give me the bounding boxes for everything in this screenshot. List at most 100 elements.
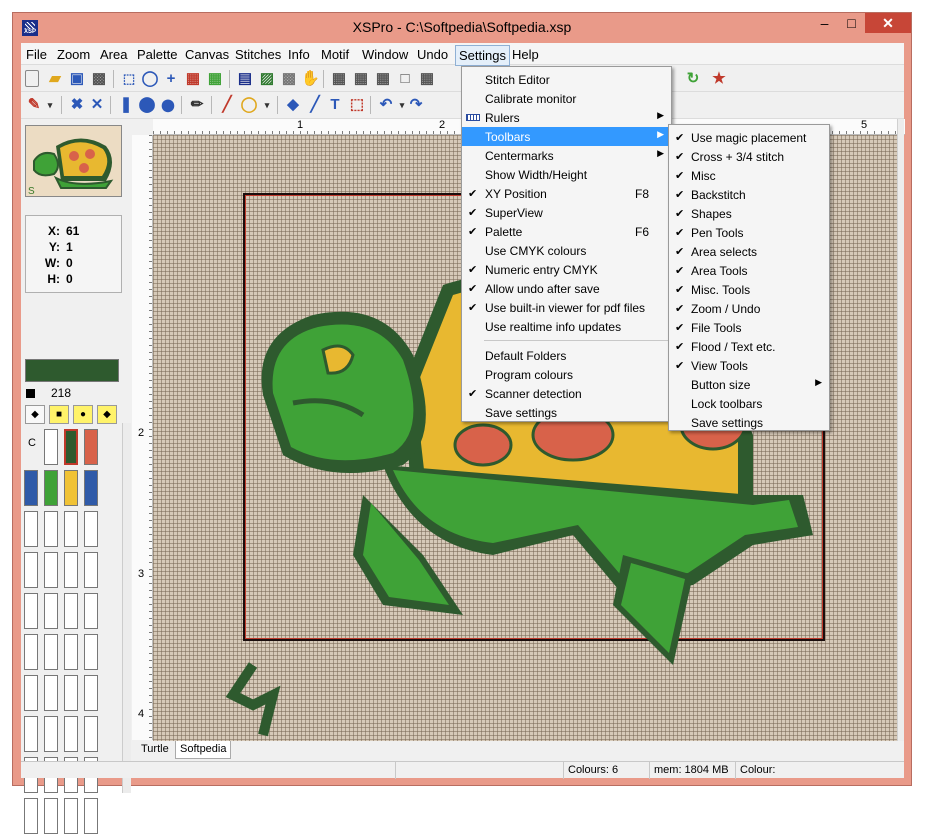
toolbars-menu-item[interactable]: ✔ Zoom / Undo [669, 299, 829, 318]
palette-swatch-empty[interactable] [24, 552, 38, 588]
toolbars-menu-item[interactable]: ✔ View Tools [669, 356, 829, 375]
palette-swatch-empty[interactable] [24, 511, 38, 547]
toolbars-menu-item[interactable]: Button size ▶ [669, 375, 829, 394]
palette-swatch-empty[interactable] [44, 798, 58, 834]
export-icon[interactable]: ▩ [280, 70, 298, 88]
settings-menu-item[interactable]: ✔ Allow undo after save [462, 279, 671, 298]
redo-icon[interactable]: ↷ [407, 96, 425, 114]
new-file-icon[interactable] [25, 70, 39, 87]
palette-swatch-empty[interactable] [44, 552, 58, 588]
settings-menu-item[interactable]: ✔ Use built-in viewer for pdf files [462, 298, 671, 317]
palette-swatch[interactable] [44, 429, 58, 465]
settings-menu-item[interactable]: Centermarks ▶ [462, 146, 671, 165]
palette-swatch-empty[interactable] [84, 511, 98, 547]
tab-softpedia[interactable]: Softpedia [175, 741, 232, 759]
menu-window[interactable]: Window [362, 47, 408, 62]
palette-swatch-empty[interactable] [64, 716, 78, 752]
palette-swatch-selected[interactable] [64, 429, 78, 465]
yellow-dot-mode-icon[interactable]: ● [73, 405, 93, 424]
palette-swatch-empty[interactable] [24, 634, 38, 670]
toolbars-menu-item[interactable]: ✔ Shapes [669, 204, 829, 223]
menu-palette[interactable]: Palette [137, 47, 177, 62]
copy-area-icon[interactable]: ▦ [206, 70, 224, 88]
film-icon[interactable]: ▤ [236, 70, 254, 88]
current-colour-bar[interactable] [25, 359, 119, 382]
palette-swatch-empty[interactable] [44, 634, 58, 670]
settings-menu-item[interactable]: Rulers ▶ [462, 108, 671, 127]
canvas-vertical-scrollbar[interactable] [897, 119, 904, 741]
yellow-square-mode-icon[interactable]: ■ [49, 405, 69, 424]
rectangle-select-icon[interactable]: ⬚ [120, 70, 138, 88]
settings-menu-item[interactable]: Show Width/Height [462, 165, 671, 184]
menu-canvas[interactable]: Canvas [185, 47, 229, 62]
palette-swatch-empty[interactable] [64, 593, 78, 629]
palette-scrollbar[interactable] [122, 423, 131, 793]
cross-stitch-icon[interactable]: ✖ [68, 96, 86, 114]
grid-lines-icon[interactable]: ▦ [374, 70, 392, 88]
line-tool-icon[interactable]: ╱ [218, 96, 236, 114]
refresh-icon[interactable]: ↻ [684, 70, 702, 88]
toolbars-menu-item[interactable]: ✔ Use magic placement [669, 128, 829, 147]
grid-icon[interactable]: ▦ [330, 70, 348, 88]
settings-menu-item[interactable]: Use CMYK colours [462, 241, 671, 260]
palette-swatch-empty[interactable] [84, 675, 98, 711]
palette-swatch[interactable] [44, 470, 58, 506]
needle-dropdown-icon[interactable]: ▾ [41, 96, 59, 114]
settings-menu-item[interactable]: ✔ Palette F6 [462, 222, 671, 241]
yellow-diamond-mode-icon[interactable]: ◆ [97, 405, 117, 424]
palette-swatch-empty[interactable] [84, 798, 98, 834]
palette-swatch-empty[interactable] [84, 593, 98, 629]
settings-menu-item[interactable]: Toolbars ▶ [462, 127, 671, 146]
lasso-select-icon[interactable]: ◯ [141, 70, 159, 88]
toolbars-menu-item[interactable]: ✔ Backstitch [669, 185, 829, 204]
menu-file[interactable]: File [26, 47, 47, 62]
palette-swatch-empty[interactable] [64, 798, 78, 834]
palette-swatch-empty[interactable] [44, 511, 58, 547]
bead-icon[interactable]: ⬤ [138, 96, 156, 114]
half-stitch-icon[interactable]: ❚ [117, 96, 135, 114]
open-folder-icon[interactable]: ▰ [46, 70, 64, 88]
settings-menu-item[interactable]: Program colours [462, 365, 671, 384]
settings-menu-item[interactable]: ✔ XY Position F8 [462, 184, 671, 203]
shape-dropdown-icon[interactable]: ▾ [258, 96, 276, 114]
maximize-button[interactable]: □ [838, 13, 865, 33]
settings-menu-item[interactable]: Default Folders [462, 346, 671, 365]
palette-swatch-empty[interactable] [24, 675, 38, 711]
pin-icon[interactable]: ★ [710, 70, 728, 88]
menu-undo[interactable]: Undo [417, 47, 448, 62]
dotted-select-icon[interactable]: ⬚ [348, 96, 366, 114]
save-icon[interactable]: ▣ [68, 70, 86, 88]
minimize-button[interactable]: – [811, 13, 838, 33]
settings-menu-item[interactable]: ✔ Numeric entry CMYK [462, 260, 671, 279]
palette-swatch-empty[interactable] [84, 552, 98, 588]
tab-turtle[interactable]: Turtle [137, 741, 173, 759]
toolbars-menu-item[interactable]: ✔ Cross + 3/4 stitch [669, 147, 829, 166]
menu-info[interactable]: Info [288, 47, 310, 62]
palette-swatch[interactable] [84, 429, 98, 465]
toolbars-menu-item[interactable]: Lock toolbars [669, 394, 829, 413]
crosshair-icon[interactable]: + [162, 70, 180, 88]
vertical-ruler[interactable]: 2 3 4 [132, 135, 153, 740]
picture-icon[interactable]: ▨ [258, 70, 276, 88]
palette-swatch[interactable] [84, 470, 98, 506]
palette-swatch[interactable] [24, 470, 38, 506]
menu-help[interactable]: Help [512, 47, 539, 62]
settings-menu-item[interactable]: Save settings [462, 403, 671, 422]
layout-icon[interactable]: ▦ [418, 70, 436, 88]
pen-icon[interactable]: ✏ [188, 96, 206, 114]
french-knot-icon[interactable]: ⬤ [159, 96, 177, 114]
hand-icon[interactable]: ✋ [301, 70, 320, 88]
palette-swatch-empty[interactable] [44, 675, 58, 711]
toolbars-menu-item[interactable]: ✔ File Tools [669, 318, 829, 337]
frame-icon[interactable]: □ [396, 70, 414, 88]
toolbars-menu-item[interactable]: ✔ Area selects [669, 242, 829, 261]
superview-thumbnail[interactable]: S [25, 125, 122, 197]
settings-menu-item[interactable]: Use realtime info updates [462, 317, 671, 336]
toolbars-menu-item[interactable]: ✔ Area Tools [669, 261, 829, 280]
toolbars-menu-item[interactable]: Save settings [669, 413, 829, 432]
toolbars-menu-item[interactable]: ✔ Misc. Tools [669, 280, 829, 299]
magic-wand-icon[interactable]: ╱ [306, 96, 324, 114]
flood-fill-icon[interactable]: ◆ [284, 96, 302, 114]
circle-tool-icon[interactable]: ◯ [240, 96, 258, 114]
toolbars-menu-item[interactable]: ✔ Pen Tools [669, 223, 829, 242]
